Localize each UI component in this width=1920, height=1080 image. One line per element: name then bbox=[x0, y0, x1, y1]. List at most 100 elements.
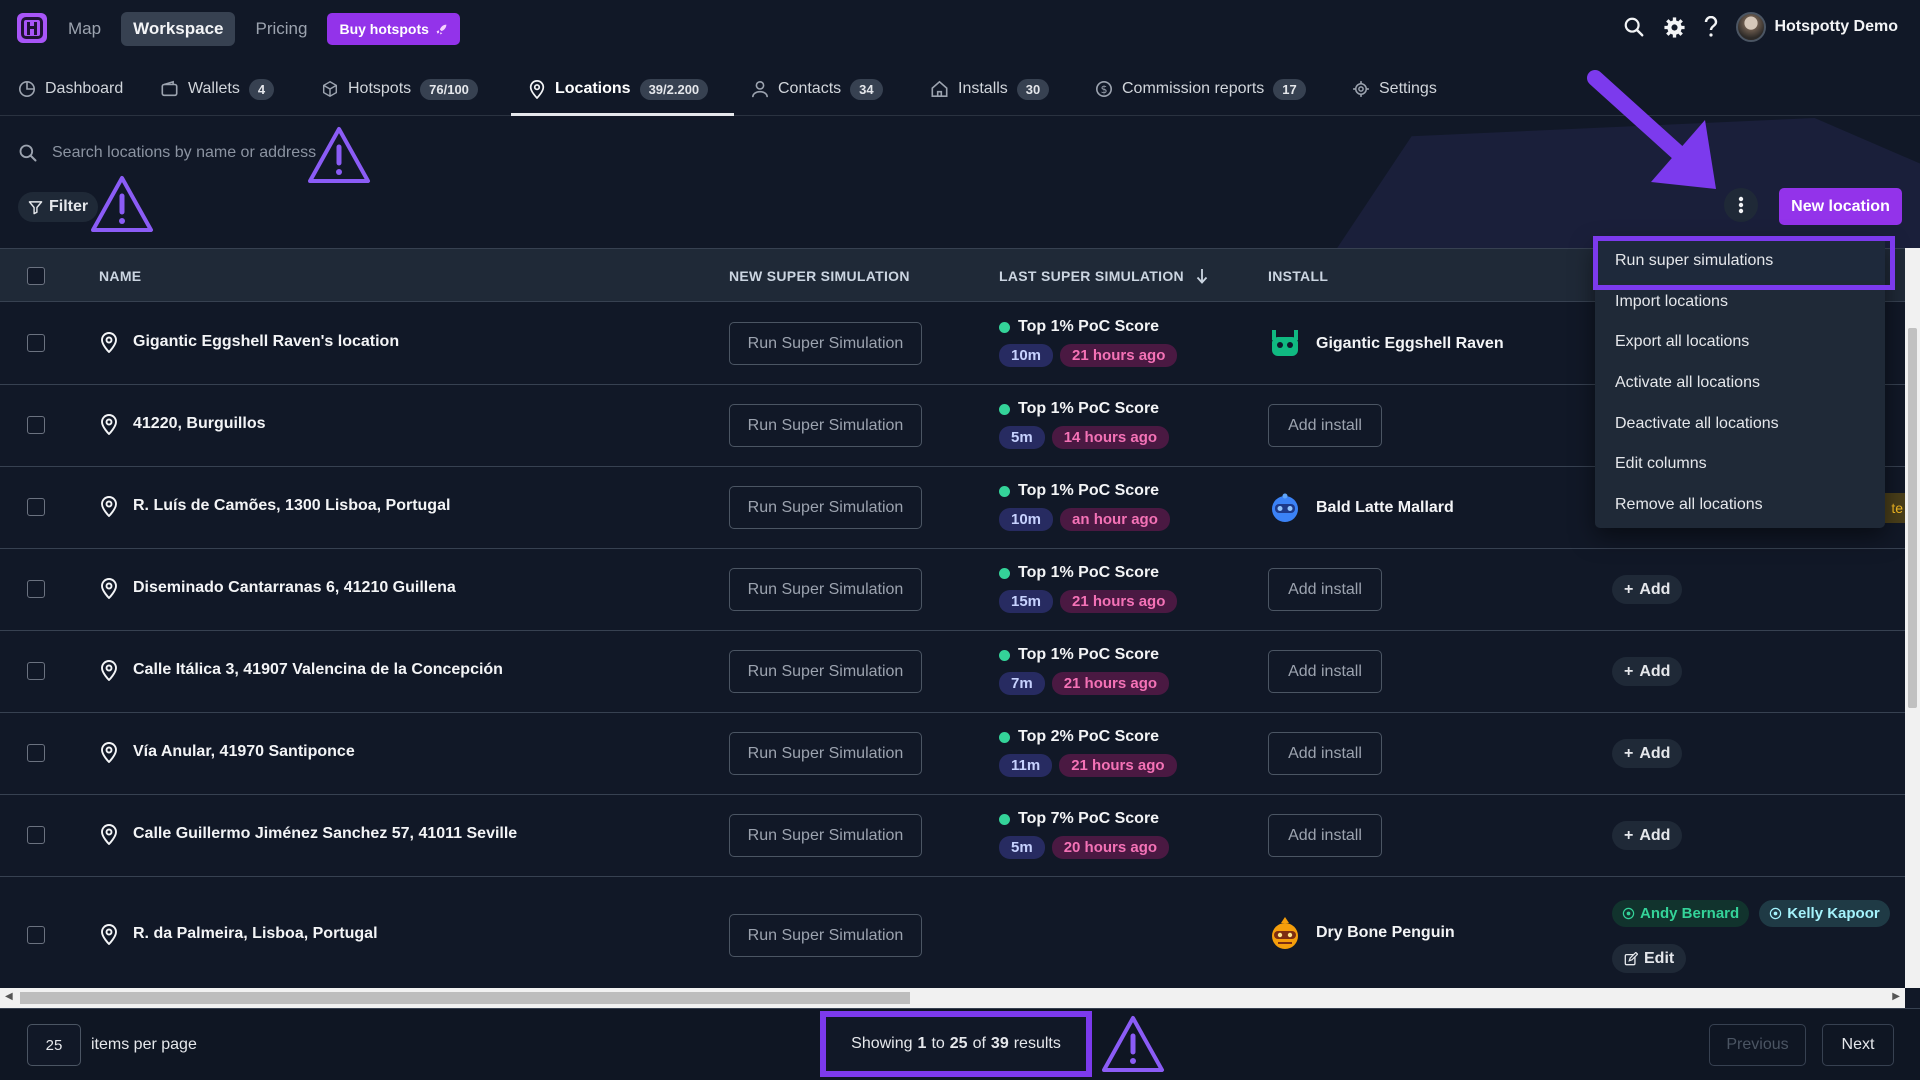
run-super-simulation-button[interactable]: Run Super Simulation bbox=[729, 486, 922, 529]
row-checkbox[interactable] bbox=[27, 662, 45, 680]
location-name-cell[interactable]: R. Luís de Camões, 1300 Lisboa, Portugal bbox=[99, 495, 450, 517]
run-super-simulation-button[interactable]: Run Super Simulation bbox=[729, 814, 922, 857]
vertical-scrollbar[interactable] bbox=[1905, 248, 1920, 988]
location-name-cell[interactable]: Calle Guillermo Jiménez Sanchez 57, 4101… bbox=[99, 823, 517, 845]
install-cell[interactable]: Bald Latte Mallard bbox=[1268, 492, 1454, 524]
run-super-simulation-button[interactable]: Run Super Simulation bbox=[729, 732, 922, 775]
table-row[interactable]: Calle Guillermo Jiménez Sanchez 57, 4101… bbox=[0, 795, 1905, 877]
select-all-checkbox[interactable] bbox=[27, 267, 45, 285]
location-name-cell[interactable]: Gigantic Eggshell Raven's location bbox=[99, 331, 399, 353]
tab-wallets[interactable]: Wallets 4 bbox=[160, 62, 275, 116]
install-cell[interactable]: Dry Bone Penguin bbox=[1268, 915, 1455, 951]
add-contact-button[interactable]: + Add bbox=[1612, 575, 1683, 604]
install-cell[interactable]: Gigantic Eggshell Raven bbox=[1268, 328, 1504, 360]
new-location-button[interactable]: New location bbox=[1779, 188, 1902, 225]
scroll-right-arrow-icon[interactable]: ▶ bbox=[1892, 991, 1900, 1002]
run-super-simulation-button[interactable]: Run Super Simulation bbox=[729, 914, 922, 957]
row-checkbox[interactable] bbox=[27, 926, 45, 944]
nav-pricing[interactable]: Pricing bbox=[243, 12, 319, 46]
tab-dashboard[interactable]: Dashboard bbox=[18, 62, 123, 116]
user-name[interactable]: Hotspotty Demo bbox=[1774, 18, 1898, 36]
row-checkbox[interactable] bbox=[27, 416, 45, 434]
tab-locations[interactable]: Locations 39/2.200 bbox=[528, 62, 709, 116]
search-input[interactable] bbox=[52, 144, 322, 162]
tab-label: Wallets bbox=[188, 80, 240, 97]
location-name-cell[interactable]: R. da Palmeira, Lisboa, Portugal bbox=[99, 923, 378, 945]
menu-item-edit-columns[interactable]: Edit columns bbox=[1595, 444, 1885, 484]
tab-label: Installs bbox=[958, 80, 1008, 97]
row-checkbox[interactable] bbox=[27, 826, 45, 844]
tab-count-badge: 30 bbox=[1016, 78, 1050, 100]
add-install-button[interactable]: Add install bbox=[1268, 650, 1382, 693]
add-contact-button[interactable]: + Add bbox=[1612, 657, 1683, 686]
active-tab-indicator bbox=[511, 113, 734, 116]
column-header-last-simulation[interactable]: LAST SUPER SIMULATION bbox=[999, 249, 1208, 303]
location-name-cell[interactable]: 41220, Burguillos bbox=[99, 413, 266, 435]
contact-chip[interactable]: Kelly Kapoor bbox=[1759, 900, 1890, 927]
menu-item-activate-all-locations[interactable]: Activate all locations bbox=[1595, 363, 1885, 403]
table-row[interactable]: Diseminado Cantarranas 6, 41210 Guillena… bbox=[0, 549, 1905, 631]
time-ago-badge: 20 hours ago bbox=[1051, 836, 1170, 859]
add-contact-button[interactable]: + Add bbox=[1612, 821, 1683, 850]
buy-hotspots-button[interactable]: Buy hotspots bbox=[327, 13, 460, 45]
run-super-simulation-button[interactable]: Run Super Simulation bbox=[729, 404, 922, 447]
last-simulation-cell: Top 1% PoC Score 10m 21 hours ago bbox=[999, 318, 1178, 367]
location-name: Diseminado Cantarranas 6, 41210 Guillena bbox=[133, 579, 456, 596]
horizontal-scroll-thumb[interactable] bbox=[20, 992, 910, 1004]
plus-icon: + bbox=[1624, 662, 1634, 680]
tab-contacts[interactable]: Contacts 34 bbox=[751, 62, 883, 116]
add-install-button[interactable]: Add install bbox=[1268, 732, 1382, 775]
scroll-left-arrow-icon[interactable]: ◀ bbox=[5, 991, 13, 1002]
tab-settings[interactable]: Settings bbox=[1352, 62, 1437, 116]
home-icon bbox=[931, 80, 948, 98]
vertical-scroll-thumb[interactable] bbox=[1908, 328, 1917, 708]
location-name-cell[interactable]: Calle Itálica 3, 41907 Valencina de la C… bbox=[99, 659, 503, 681]
poc-score: Top 1% PoC Score bbox=[1018, 646, 1160, 663]
install-name: Bald Latte Mallard bbox=[1316, 499, 1454, 516]
edit-contacts-button[interactable]: Edit bbox=[1612, 944, 1687, 973]
column-header-install[interactable]: INSTALL bbox=[1268, 249, 1328, 303]
horizontal-scrollbar[interactable]: ◀ ▶ bbox=[0, 988, 1905, 1008]
add-install-button[interactable]: Add install bbox=[1268, 814, 1382, 857]
column-header-name[interactable]: NAME bbox=[99, 249, 141, 303]
filter-button[interactable]: Filter bbox=[18, 192, 99, 222]
search-icon[interactable] bbox=[1623, 16, 1645, 38]
add-contact-button[interactable]: + Add bbox=[1612, 739, 1683, 768]
menu-item-deactivate-all-locations[interactable]: Deactivate all locations bbox=[1595, 404, 1885, 444]
column-header-new-simulation[interactable]: NEW SUPER SIMULATION bbox=[729, 249, 910, 303]
table-row[interactable]: Calle Itálica 3, 41907 Valencina de la C… bbox=[0, 631, 1905, 713]
gear-icon[interactable] bbox=[1663, 16, 1686, 39]
nav-map[interactable]: Map bbox=[56, 12, 113, 46]
table-row[interactable]: R. da Palmeira, Lisboa, Portugal Run Sup… bbox=[0, 877, 1905, 988]
run-super-simulation-button[interactable]: Run Super Simulation bbox=[729, 568, 922, 611]
table-row[interactable]: Vía Anular, 41970 Santiponce Run Super S… bbox=[0, 713, 1905, 795]
row-checkbox[interactable] bbox=[27, 580, 45, 598]
previous-page-button[interactable]: Previous bbox=[1709, 1024, 1806, 1066]
status-dot bbox=[999, 403, 1010, 415]
tab-label: Commission reports bbox=[1122, 80, 1265, 97]
contact-chip[interactable]: Andy Bernard bbox=[1612, 900, 1750, 927]
location-name-cell[interactable]: Vía Anular, 41970 Santiponce bbox=[99, 741, 355, 763]
run-super-simulation-button[interactable]: Run Super Simulation bbox=[729, 322, 922, 365]
location-name: Vía Anular, 41970 Santiponce bbox=[133, 743, 355, 760]
tab-commission-reports[interactable]: $ Commission reports 17 bbox=[1095, 62, 1306, 116]
menu-item-export-all-locations[interactable]: Export all locations bbox=[1595, 322, 1885, 362]
hotspot-avatar-icon bbox=[1272, 330, 1298, 356]
tab-hotspots[interactable]: Hotspots 76/100 bbox=[321, 62, 478, 116]
menu-item-remove-all-locations[interactable]: Remove all locations bbox=[1595, 485, 1885, 525]
location-name-cell[interactable]: Diseminado Cantarranas 6, 41210 Guillena bbox=[99, 577, 456, 599]
run-super-simulation-button[interactable]: Run Super Simulation bbox=[729, 650, 922, 693]
help-icon[interactable] bbox=[1704, 16, 1718, 38]
hotspotty-logo[interactable] bbox=[17, 13, 47, 43]
next-page-button[interactable]: Next bbox=[1822, 1024, 1894, 1066]
more-actions-button[interactable] bbox=[1724, 188, 1758, 222]
row-checkbox[interactable] bbox=[27, 498, 45, 516]
items-per-page-input[interactable]: 25 bbox=[27, 1024, 81, 1066]
row-checkbox[interactable] bbox=[27, 744, 45, 762]
nav-workspace[interactable]: Workspace bbox=[121, 12, 236, 46]
add-install-button[interactable]: Add install bbox=[1268, 404, 1382, 447]
user-avatar[interactable] bbox=[1736, 12, 1767, 42]
add-install-button[interactable]: Add install bbox=[1268, 568, 1382, 611]
row-checkbox[interactable] bbox=[27, 334, 45, 352]
tab-installs[interactable]: Installs 30 bbox=[930, 62, 1050, 116]
